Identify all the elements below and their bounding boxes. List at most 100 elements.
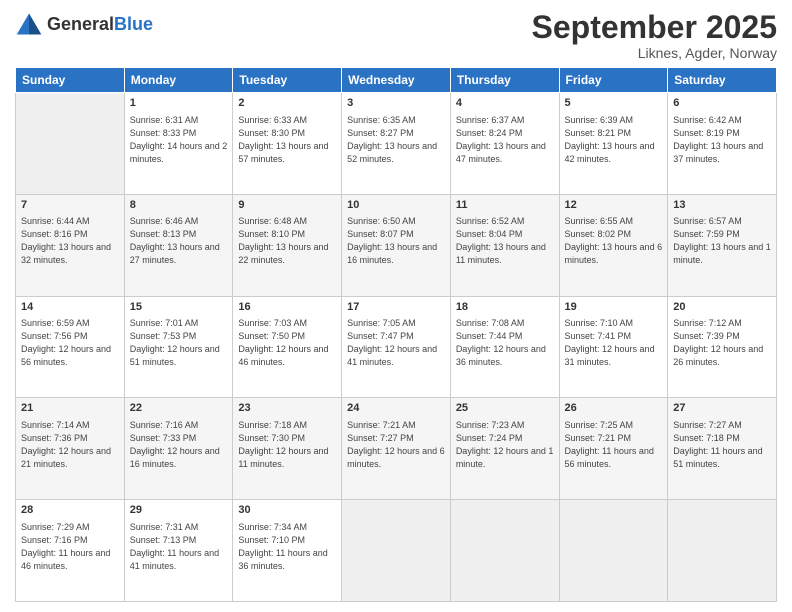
day-info: Sunrise: 6:59 AMSunset: 7:56 PMDaylight:… bbox=[21, 317, 119, 369]
calendar-cell: 9 Sunrise: 6:48 AMSunset: 8:10 PMDaylight… bbox=[233, 194, 342, 296]
day-number: 21 bbox=[21, 401, 119, 416]
calendar-cell: 22 Sunrise: 7:16 AMSunset: 7:33 PMDayligh… bbox=[124, 398, 233, 500]
day-number: 29 bbox=[130, 503, 228, 518]
day-info: Sunrise: 6:57 AMSunset: 7:59 PMDaylight:… bbox=[673, 215, 771, 267]
calendar-week-row: 14Sunrise: 6:59 AMSunset: 7:56 PMDayligh… bbox=[16, 296, 777, 398]
calendar-cell: 16 Sunrise: 7:03 AMSunset: 7:50 PMDayligh… bbox=[233, 296, 342, 398]
logo-blue: Blue bbox=[114, 14, 153, 34]
calendar-cell bbox=[668, 500, 777, 602]
calendar-cell: 23 Sunrise: 7:18 AMSunset: 7:30 PMDayligh… bbox=[233, 398, 342, 500]
day-info: Sunrise: 6:46 AMSunset: 8:13 PMDaylight:… bbox=[130, 215, 228, 267]
day-info: Sunrise: 6:52 AMSunset: 8:04 PMDaylight:… bbox=[456, 215, 554, 267]
logo: GeneralBlue bbox=[15, 10, 153, 38]
day-info: Sunrise: 6:33 AMSunset: 8:30 PMDaylight:… bbox=[238, 114, 336, 166]
day-number: 8 bbox=[130, 198, 228, 213]
day-number: 16 bbox=[238, 300, 336, 315]
calendar-cell bbox=[450, 500, 559, 602]
calendar-cell: 19Sunrise: 7:10 AMSunset: 7:41 PMDayligh… bbox=[559, 296, 668, 398]
day-info: Sunrise: 7:31 AMSunset: 7:13 PMDaylight:… bbox=[130, 521, 228, 573]
day-number: 28 bbox=[21, 503, 119, 518]
day-info: Sunrise: 7:14 AMSunset: 7:36 PMDaylight:… bbox=[21, 419, 119, 471]
logo-general: General bbox=[47, 14, 114, 34]
day-info: Sunrise: 6:39 AMSunset: 8:21 PMDaylight:… bbox=[565, 114, 663, 166]
day-info: Sunrise: 7:18 AMSunset: 7:30 PMDaylight:… bbox=[238, 419, 336, 471]
day-number: 30 bbox=[238, 503, 336, 518]
header-monday: Monday bbox=[124, 68, 233, 93]
month-title: September 2025 bbox=[532, 10, 777, 45]
day-info: Sunrise: 6:35 AMSunset: 8:27 PMDaylight:… bbox=[347, 114, 445, 166]
calendar-cell: 24 Sunrise: 7:21 AMSunset: 7:27 PMDayligh… bbox=[342, 398, 451, 500]
day-info: Sunrise: 7:25 AMSunset: 7:21 PMDaylight:… bbox=[565, 419, 663, 471]
calendar-cell bbox=[16, 93, 125, 195]
header-wednesday: Wednesday bbox=[342, 68, 451, 93]
day-info: Sunrise: 6:55 AMSunset: 8:02 PMDaylight:… bbox=[565, 215, 663, 267]
calendar-body: 1Sunrise: 6:31 AMSunset: 8:33 PMDaylight… bbox=[16, 93, 777, 602]
calendar-table: Sunday Monday Tuesday Wednesday Thursday… bbox=[15, 67, 777, 602]
calendar-cell: 25 Sunrise: 7:23 AMSunset: 7:24 PMDayligh… bbox=[450, 398, 559, 500]
header-sunday: Sunday bbox=[16, 68, 125, 93]
calendar-cell: 28 Sunrise: 7:29 AMSunset: 7:16 PMDayligh… bbox=[16, 500, 125, 602]
logo-icon bbox=[15, 10, 43, 38]
day-number: 7 bbox=[21, 198, 119, 213]
day-number: 26 bbox=[565, 401, 663, 416]
day-info: Sunrise: 6:48 AMSunset: 8:10 PMDaylight:… bbox=[238, 215, 336, 267]
header-friday: Friday bbox=[559, 68, 668, 93]
day-number: 10 bbox=[347, 198, 445, 213]
calendar-cell: 4 Sunrise: 6:37 AMSunset: 8:24 PMDaylight… bbox=[450, 93, 559, 195]
day-info: Sunrise: 7:01 AMSunset: 7:53 PMDaylight:… bbox=[130, 317, 228, 369]
day-number: 25 bbox=[456, 401, 554, 416]
day-info: Sunrise: 6:37 AMSunset: 8:24 PMDaylight:… bbox=[456, 114, 554, 166]
day-info: Sunrise: 7:34 AMSunset: 7:10 PMDaylight:… bbox=[238, 521, 336, 573]
header-thursday: Thursday bbox=[450, 68, 559, 93]
day-info: Sunrise: 7:10 AMSunset: 7:41 PMDaylight:… bbox=[565, 317, 663, 369]
calendar-cell: 27 Sunrise: 7:27 AMSunset: 7:18 PMDayligh… bbox=[668, 398, 777, 500]
day-number: 27 bbox=[673, 401, 771, 416]
day-info: Sunrise: 7:21 AMSunset: 7:27 PMDaylight:… bbox=[347, 419, 445, 471]
calendar-cell: 18Sunrise: 7:08 AMSunset: 7:44 PMDayligh… bbox=[450, 296, 559, 398]
location-subtitle: Liknes, Agder, Norway bbox=[532, 45, 777, 61]
calendar-cell bbox=[342, 500, 451, 602]
day-number: 12 bbox=[565, 198, 663, 213]
calendar-cell: 21 Sunrise: 7:14 AMSunset: 7:36 PMDayligh… bbox=[16, 398, 125, 500]
calendar-cell: 29 Sunrise: 7:31 AMSunset: 7:13 PMDayligh… bbox=[124, 500, 233, 602]
calendar-cell: 2 Sunrise: 6:33 AMSunset: 8:30 PMDaylight… bbox=[233, 93, 342, 195]
calendar-cell: 6 Sunrise: 6:42 AMSunset: 8:19 PMDaylight… bbox=[668, 93, 777, 195]
day-number: 20 bbox=[673, 300, 771, 315]
day-number: 17 bbox=[347, 300, 445, 315]
weekday-header-row: Sunday Monday Tuesday Wednesday Thursday… bbox=[16, 68, 777, 93]
day-info: Sunrise: 7:29 AMSunset: 7:16 PMDaylight:… bbox=[21, 521, 119, 573]
calendar-cell: 13 Sunrise: 6:57 AMSunset: 7:59 PMDayligh… bbox=[668, 194, 777, 296]
calendar-cell: 12 Sunrise: 6:55 AMSunset: 8:02 PMDayligh… bbox=[559, 194, 668, 296]
day-info: Sunrise: 7:03 AMSunset: 7:50 PMDaylight:… bbox=[238, 317, 336, 369]
calendar-cell: 26 Sunrise: 7:25 AMSunset: 7:21 PMDayligh… bbox=[559, 398, 668, 500]
day-number: 22 bbox=[130, 401, 228, 416]
day-info: Sunrise: 7:23 AMSunset: 7:24 PMDaylight:… bbox=[456, 419, 554, 471]
day-number: 4 bbox=[456, 96, 554, 111]
day-info: Sunrise: 6:44 AMSunset: 8:16 PMDaylight:… bbox=[21, 215, 119, 267]
day-number: 24 bbox=[347, 401, 445, 416]
calendar-cell: 8 Sunrise: 6:46 AMSunset: 8:13 PMDaylight… bbox=[124, 194, 233, 296]
calendar-cell: 30 Sunrise: 7:34 AMSunset: 7:10 PMDayligh… bbox=[233, 500, 342, 602]
day-number: 11 bbox=[456, 198, 554, 213]
day-number: 5 bbox=[565, 96, 663, 111]
day-info: Sunrise: 7:12 AMSunset: 7:39 PMDaylight:… bbox=[673, 317, 771, 369]
day-info: Sunrise: 7:16 AMSunset: 7:33 PMDaylight:… bbox=[130, 419, 228, 471]
day-number: 9 bbox=[238, 198, 336, 213]
day-info: Sunrise: 6:31 AMSunset: 8:33 PMDaylight:… bbox=[130, 114, 228, 166]
header-saturday: Saturday bbox=[668, 68, 777, 93]
logo-text: GeneralBlue bbox=[47, 14, 153, 35]
day-number: 2 bbox=[238, 96, 336, 111]
day-number: 13 bbox=[673, 198, 771, 213]
day-number: 6 bbox=[673, 96, 771, 111]
day-number: 23 bbox=[238, 401, 336, 416]
calendar-cell: 20 Sunrise: 7:12 AMSunset: 7:39 PMDayligh… bbox=[668, 296, 777, 398]
calendar-cell bbox=[559, 500, 668, 602]
day-info: Sunrise: 6:42 AMSunset: 8:19 PMDaylight:… bbox=[673, 114, 771, 166]
day-info: Sunrise: 7:27 AMSunset: 7:18 PMDaylight:… bbox=[673, 419, 771, 471]
day-info: Sunrise: 6:50 AMSunset: 8:07 PMDaylight:… bbox=[347, 215, 445, 267]
calendar-cell: 14Sunrise: 6:59 AMSunset: 7:56 PMDayligh… bbox=[16, 296, 125, 398]
calendar-week-row: 1Sunrise: 6:31 AMSunset: 8:33 PMDaylight… bbox=[16, 93, 777, 195]
calendar-week-row: 7 Sunrise: 6:44 AMSunset: 8:16 PMDaylight… bbox=[16, 194, 777, 296]
calendar-page: GeneralBlue September 2025 Liknes, Agder… bbox=[0, 0, 792, 612]
header-tuesday: Tuesday bbox=[233, 68, 342, 93]
